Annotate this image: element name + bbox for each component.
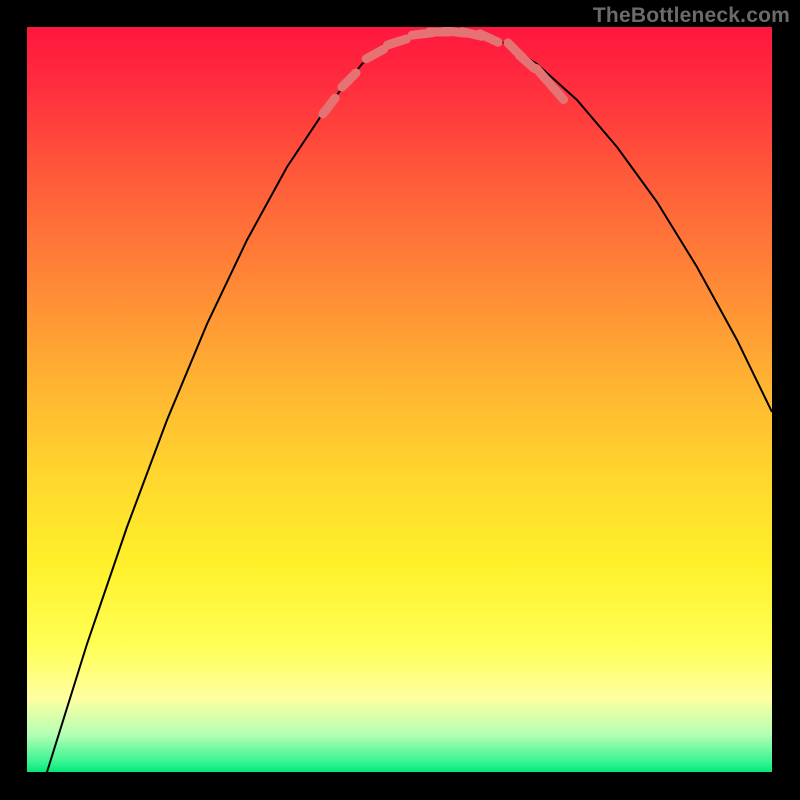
marker-dash [387, 39, 406, 45]
marker-dash [480, 34, 498, 42]
curve-markers [323, 31, 564, 114]
plot-area [27, 27, 772, 772]
bottleneck-curve [47, 29, 772, 772]
outer-frame: TheBottleneck.com [0, 0, 800, 800]
curve-svg [27, 27, 772, 772]
marker-dash [323, 98, 335, 114]
marker-dash [342, 73, 356, 87]
marker-dash [366, 49, 384, 59]
watermark-text: TheBottleneck.com [593, 4, 790, 28]
marker-dash [519, 55, 534, 68]
